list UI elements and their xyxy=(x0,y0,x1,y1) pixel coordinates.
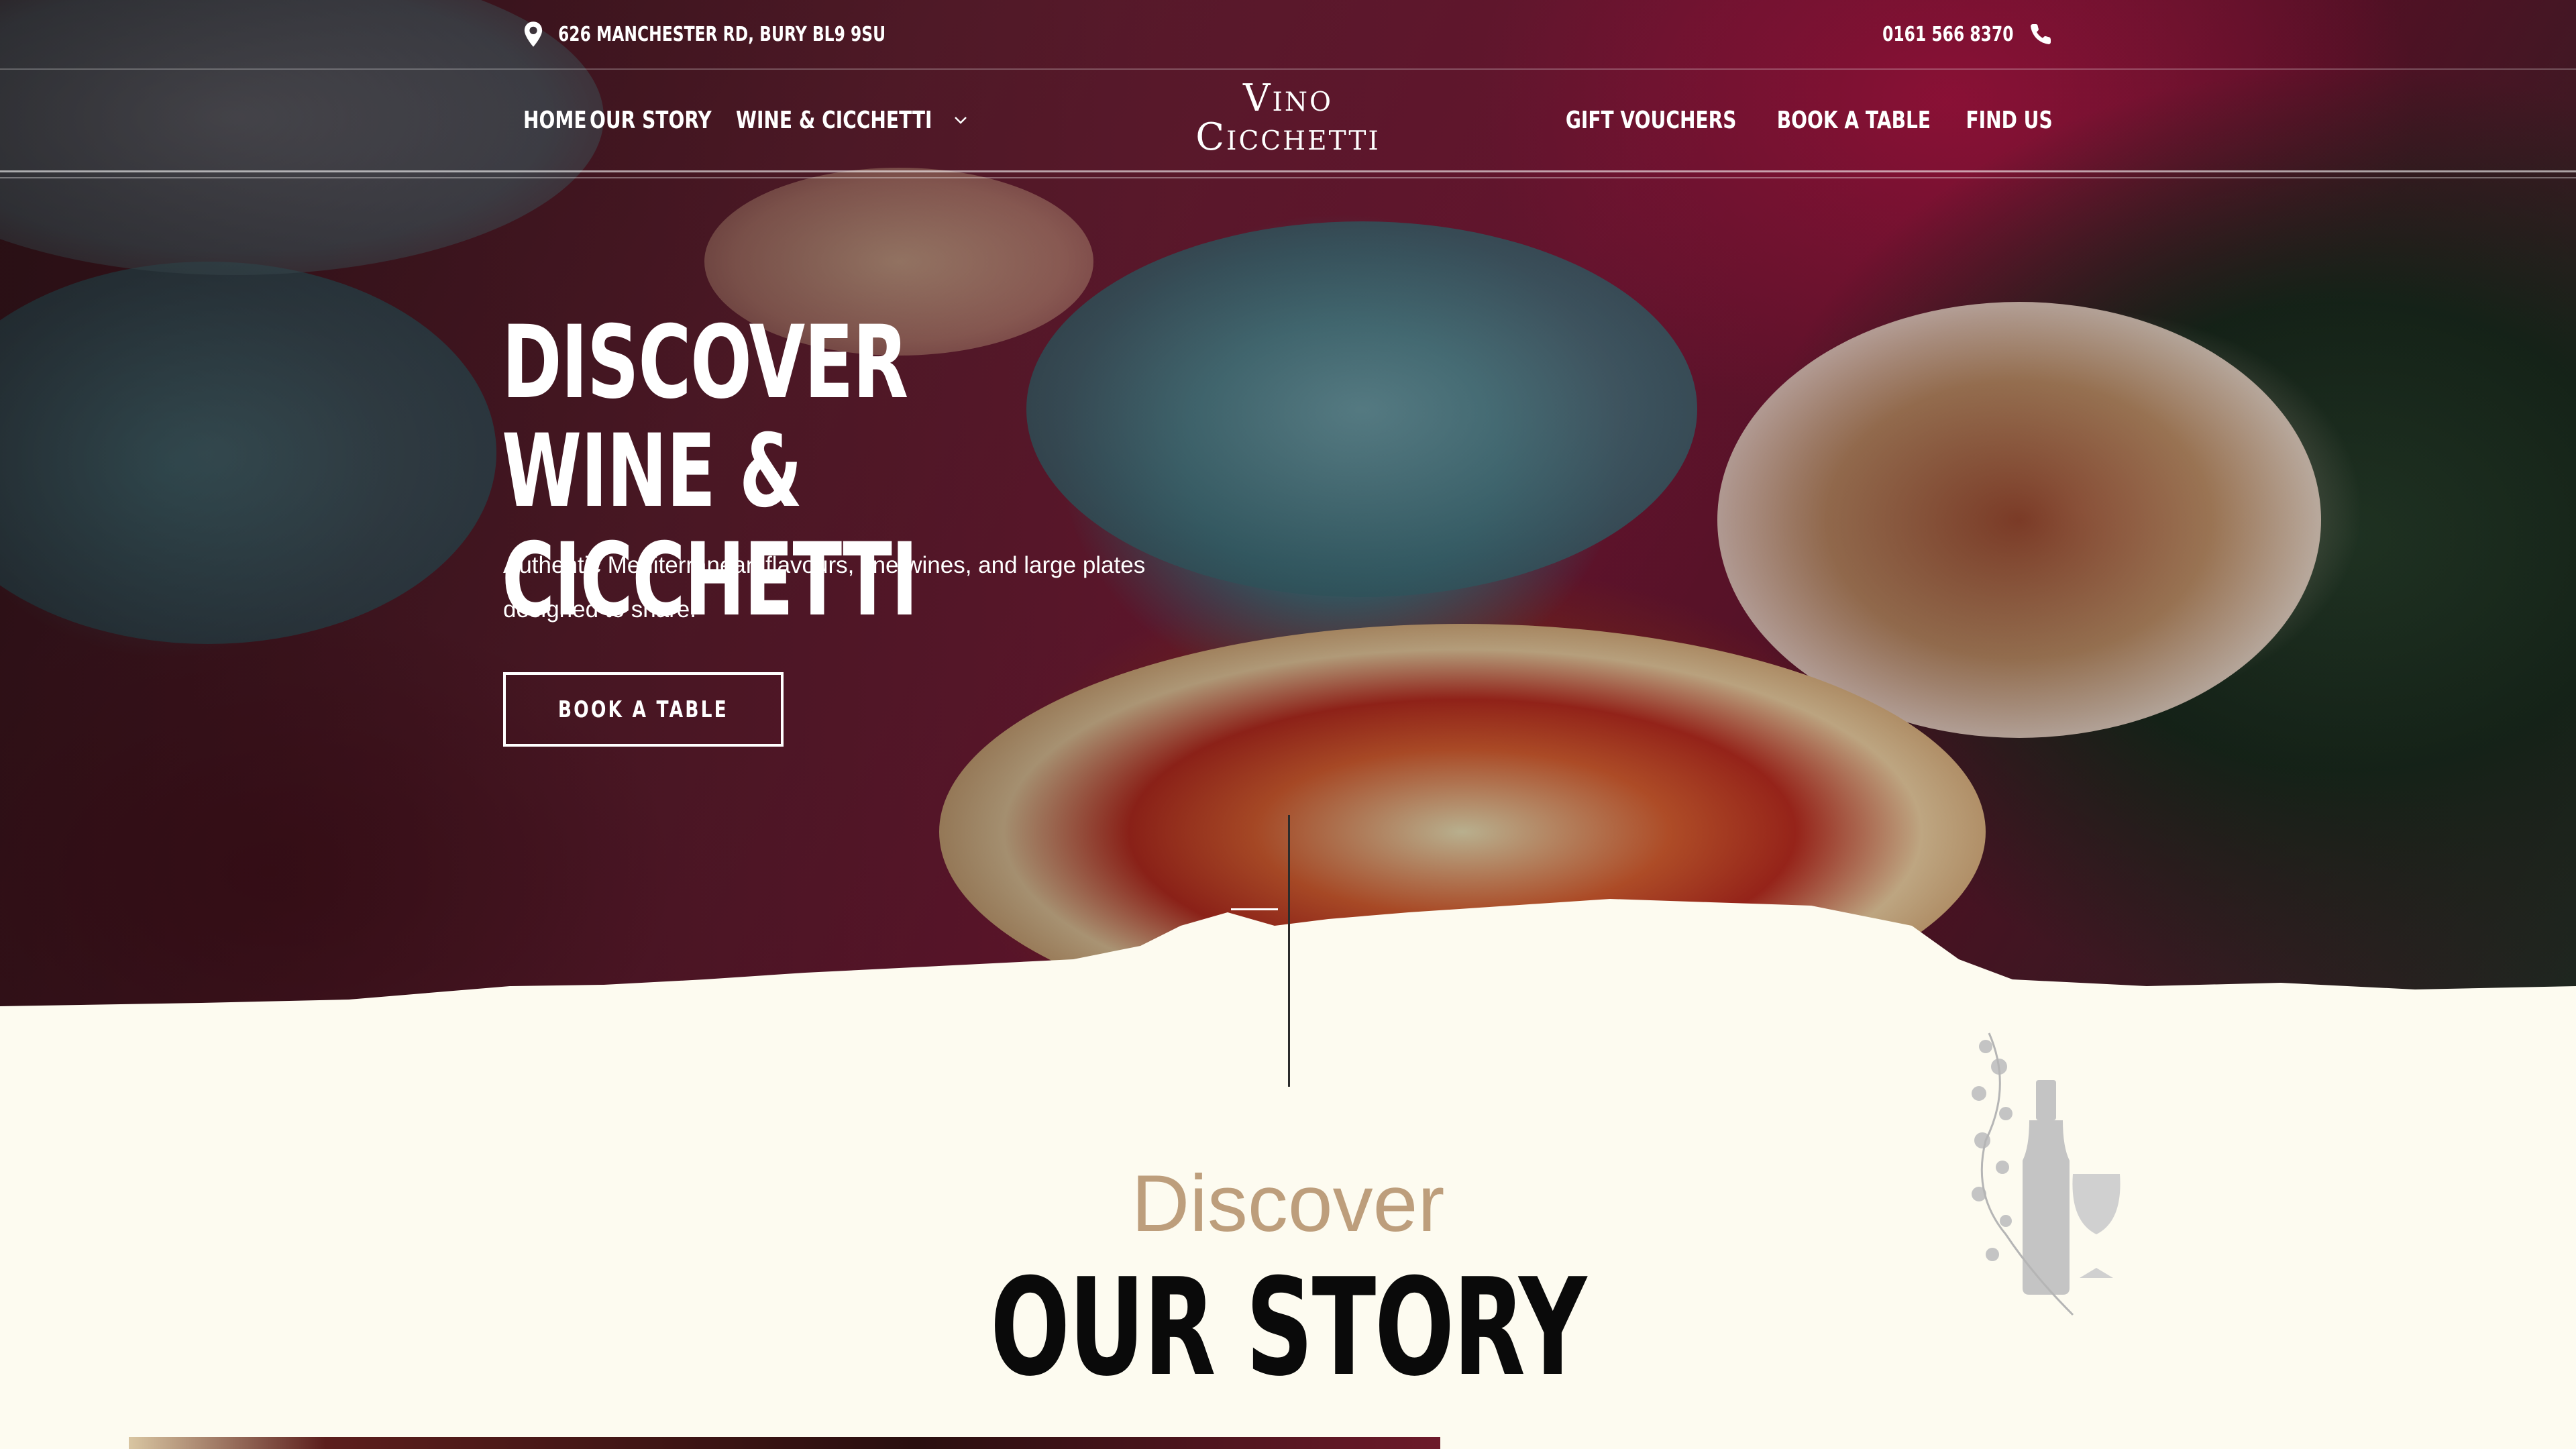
story-kicker: Discover xyxy=(1131,1159,1445,1248)
address-text: 626 MANCHESTER RD, BURY BL9 9SU xyxy=(558,22,886,46)
nav-wine-cicchetti[interactable]: WINE & CICCHETTI xyxy=(736,107,932,134)
phone-block[interactable]: 0161 566 8370 xyxy=(1845,20,2053,48)
phone-text: 0161 566 8370 xyxy=(1882,22,2014,46)
nav-find-us[interactable]: FIND US xyxy=(1966,107,2053,134)
story-heading: OUR STORY xyxy=(990,1250,1587,1406)
logo-line-2: Cicchetti xyxy=(1195,115,1381,159)
main-nav: HOME OUR STORY WINE & CICCHETTI Vino Cic… xyxy=(0,70,2576,178)
top-bar: 626 MANCHESTER RD, BURY BL9 9SU 0161 566… xyxy=(0,0,2576,70)
site-logo[interactable]: Vino Cicchetti xyxy=(1187,79,1389,157)
nav-book-a-table[interactable]: BOOK A TABLE xyxy=(1777,107,1931,134)
phone-icon xyxy=(2031,23,2051,44)
hero-book-button-label: BOOK A TABLE xyxy=(557,696,729,723)
hero-subtitle: Authentic Mediterranean flavours, fine w… xyxy=(503,552,1146,623)
nav-gift-vouchers[interactable]: GIFT VOUCHERS xyxy=(1566,107,1737,134)
story-image xyxy=(129,1437,1440,1449)
story-heading-wrap: OUR STORY xyxy=(0,1261,2576,1395)
hero-book-button[interactable]: BOOK A TABLE xyxy=(503,672,784,747)
nav-our-story[interactable]: OUR STORY xyxy=(590,107,712,134)
divider-tick xyxy=(1231,908,1278,910)
address-block[interactable]: 626 MANCHESTER RD, BURY BL9 9SU xyxy=(523,20,978,48)
scroll-line xyxy=(1288,815,1290,1087)
logo-line-1: Vino xyxy=(1243,76,1333,120)
chevron-down-icon[interactable] xyxy=(954,115,967,125)
map-pin-icon xyxy=(524,21,543,47)
nav-right: GIFT VOUCHERS BOOK A TABLE FIND US xyxy=(1517,70,2053,170)
nav-left: HOME OUR STORY WINE & CICCHETTI xyxy=(523,70,967,170)
nav-home[interactable]: HOME xyxy=(523,107,587,134)
